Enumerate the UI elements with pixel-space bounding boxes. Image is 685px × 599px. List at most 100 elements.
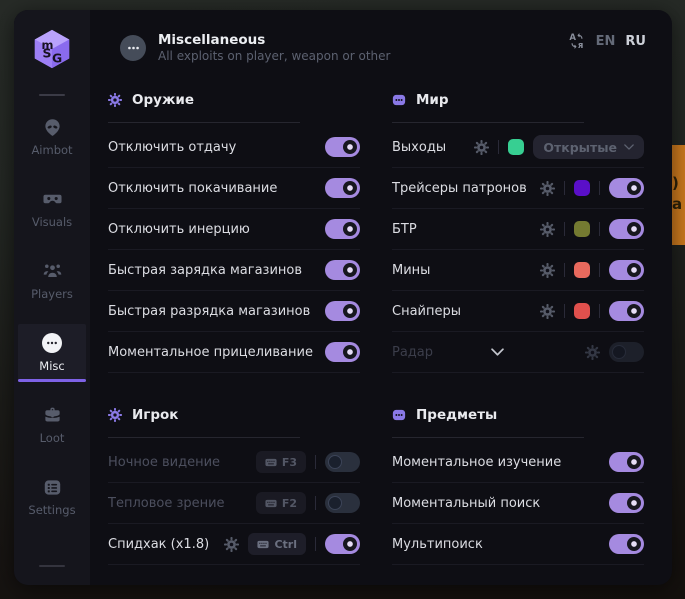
keyboard-icon bbox=[265, 458, 277, 467]
banner-fragment: ) bbox=[672, 173, 685, 194]
section-world: Мир Выходы Открытые bbox=[392, 90, 644, 373]
page-title-group: Miscellaneous All exploits on player, we… bbox=[120, 32, 390, 64]
setting-row-instant-search: Моментальный поиск bbox=[392, 483, 644, 524]
section-world-header: Мир bbox=[392, 90, 644, 110]
ellipsis-circle-icon bbox=[120, 35, 146, 61]
sidebar-item-settings[interactable]: Settings bbox=[18, 468, 86, 526]
sidebar-divider bbox=[39, 94, 65, 96]
toggle-switch[interactable] bbox=[609, 260, 644, 280]
toggle-switch[interactable] bbox=[325, 137, 360, 157]
setting-row-btr: БТР bbox=[392, 209, 644, 250]
section-title: Мир bbox=[416, 92, 449, 108]
control-divider bbox=[599, 181, 600, 195]
keyboard-icon bbox=[257, 540, 269, 549]
section-player: Игрок Ночное видение F3 bbox=[108, 405, 360, 565]
section-items-header: Предметы bbox=[392, 405, 644, 425]
keybind-badge[interactable]: Ctrl bbox=[248, 533, 306, 555]
setting-row-radar: Радар bbox=[392, 332, 644, 373]
language-en-button[interactable]: EN bbox=[596, 34, 616, 49]
control-divider bbox=[599, 222, 600, 236]
section-weapon-header: Оружие bbox=[108, 90, 360, 110]
toggle-switch[interactable] bbox=[609, 534, 644, 554]
brand-logo-icon bbox=[31, 28, 73, 70]
toggle-switch[interactable] bbox=[325, 534, 360, 554]
color-swatch[interactable] bbox=[574, 180, 590, 196]
left-column: Оружие Отключить отдачу Отключить покачи… bbox=[108, 64, 360, 565]
sidebar-item-label: Players bbox=[31, 287, 73, 301]
setting-row-night-vision: Ночное видение F3 bbox=[108, 442, 360, 483]
control-divider bbox=[564, 181, 565, 195]
sidebar-item-visuals[interactable]: Visuals bbox=[18, 180, 86, 238]
setting-row-no-recoil: Отключить отдачу bbox=[108, 127, 360, 168]
row-settings-gear-icon[interactable] bbox=[474, 140, 489, 155]
section-player-header: Игрок bbox=[108, 405, 360, 425]
setting-row-no-inertia: Отключить инерцию bbox=[108, 209, 360, 250]
briefcase-icon bbox=[43, 406, 62, 425]
color-swatch[interactable] bbox=[574, 303, 590, 319]
keybind-badge[interactable]: F2 bbox=[256, 492, 306, 514]
gear-icon bbox=[108, 408, 122, 422]
toggle-switch[interactable] bbox=[609, 342, 644, 362]
setting-row-thermal-vision: Тепловое зрение F2 bbox=[108, 483, 360, 524]
toggle-switch[interactable] bbox=[609, 493, 644, 513]
section-title: Оружие bbox=[132, 92, 194, 108]
sidebar-item-misc[interactable]: Misc bbox=[18, 324, 86, 382]
toggle-switch[interactable] bbox=[609, 178, 644, 198]
toggle-switch[interactable] bbox=[609, 301, 644, 321]
keybind-badge[interactable]: F3 bbox=[256, 451, 306, 473]
toggle-switch[interactable] bbox=[609, 219, 644, 239]
row-settings-gear-icon[interactable] bbox=[540, 304, 555, 319]
language-switcher: EN RU bbox=[568, 32, 646, 50]
expand-chevron-icon[interactable] bbox=[491, 348, 504, 356]
control-divider bbox=[315, 496, 316, 510]
toggle-switch[interactable] bbox=[325, 301, 360, 321]
control-divider bbox=[564, 263, 565, 277]
toggle-switch[interactable] bbox=[325, 493, 360, 513]
sidebar-item-label: Misc bbox=[39, 359, 64, 373]
people-group-icon bbox=[43, 262, 62, 281]
row-settings-gear-icon[interactable] bbox=[540, 222, 555, 237]
toggle-switch[interactable] bbox=[325, 342, 360, 362]
settings-columns: Оружие Отключить отдачу Отключить покачи… bbox=[90, 64, 672, 565]
control-divider bbox=[498, 140, 499, 154]
sidebar-item-players[interactable]: Players bbox=[18, 252, 86, 310]
sidebar-item-loot[interactable]: Loot bbox=[18, 396, 86, 454]
language-ru-button[interactable]: RU bbox=[625, 34, 646, 49]
color-swatch[interactable] bbox=[508, 139, 524, 155]
sidebar: Aimbot Visuals Players Misc Loot Setting… bbox=[14, 10, 90, 585]
vr-goggles-icon bbox=[43, 190, 62, 209]
toggle-switch[interactable] bbox=[609, 452, 644, 472]
toggle-switch[interactable] bbox=[325, 178, 360, 198]
row-settings-gear-icon[interactable] bbox=[224, 537, 239, 552]
section-divider bbox=[108, 437, 300, 438]
section-divider bbox=[392, 437, 584, 438]
dots-square-icon bbox=[392, 408, 406, 422]
color-swatch[interactable] bbox=[574, 221, 590, 237]
setting-row-bullet-tracers: Трейсеры патронов bbox=[392, 168, 644, 209]
control-divider bbox=[599, 263, 600, 277]
setting-row-speedhack: Спидхак (x1.8) Ctrl bbox=[108, 524, 360, 565]
row-settings-gear-icon[interactable] bbox=[540, 181, 555, 196]
section-items: Предметы Моментальное изучение Моменталь… bbox=[392, 405, 644, 565]
background-game-banner: ) a bbox=[672, 145, 685, 245]
toggle-switch[interactable] bbox=[325, 219, 360, 239]
ellipsis-icon bbox=[42, 333, 62, 353]
header: Miscellaneous All exploits on player, we… bbox=[90, 10, 672, 64]
toggle-switch[interactable] bbox=[325, 260, 360, 280]
dots-square-icon bbox=[392, 93, 406, 107]
control-divider bbox=[564, 222, 565, 236]
row-settings-gear-icon[interactable] bbox=[540, 263, 555, 278]
translate-icon bbox=[568, 32, 586, 50]
color-swatch[interactable] bbox=[574, 262, 590, 278]
control-divider bbox=[599, 304, 600, 318]
cheat-window: Aimbot Visuals Players Misc Loot Setting… bbox=[14, 10, 672, 585]
section-title: Игрок bbox=[132, 407, 178, 423]
sidebar-item-label: Visuals bbox=[32, 215, 72, 229]
sidebar-item-aimbot[interactable]: Aimbot bbox=[18, 108, 86, 166]
toggle-switch[interactable] bbox=[325, 452, 360, 472]
setting-row-instant-aim: Моментальное прицеливание bbox=[108, 332, 360, 373]
exits-dropdown[interactable]: Открытые bbox=[533, 135, 644, 159]
row-settings-gear-icon[interactable] bbox=[585, 345, 600, 360]
setting-row-mines: Мины bbox=[392, 250, 644, 291]
right-column: Мир Выходы Открытые bbox=[392, 64, 644, 565]
